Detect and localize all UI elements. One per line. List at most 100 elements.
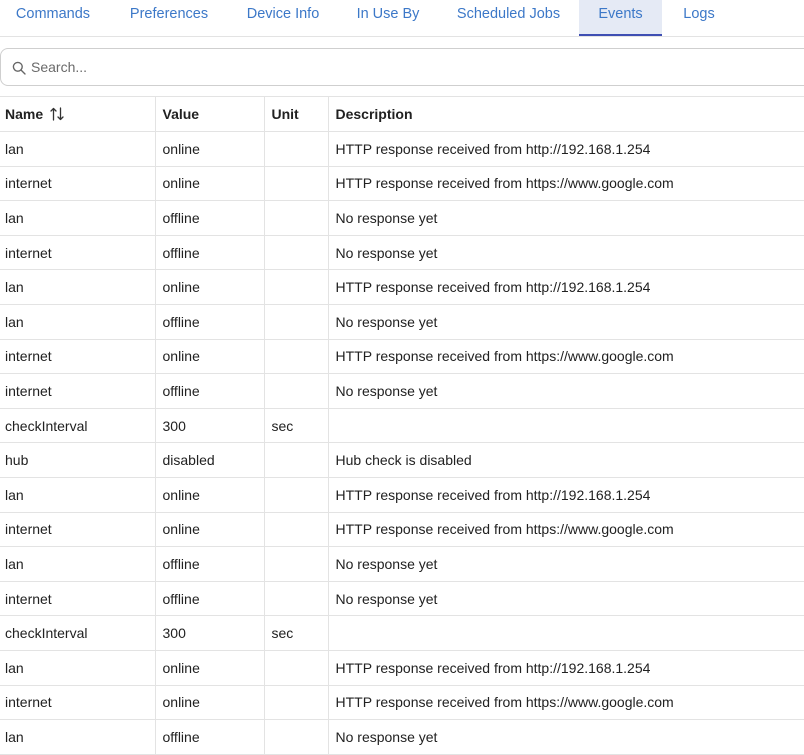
search-box[interactable] [0, 48, 804, 86]
column-header-value[interactable]: Value [155, 96, 265, 132]
cell-name: lan [0, 719, 156, 755]
cell-value: online [155, 269, 265, 305]
cell-name: lan [0, 546, 156, 582]
cell-name: hub [0, 442, 156, 478]
cell-description: No response yet [328, 546, 804, 582]
cell-name: lan [0, 200, 156, 236]
table-row[interactable]: checkInterval 300 sec [0, 615, 804, 651]
table-row[interactable]: lan offline No response yet [0, 719, 804, 755]
cell-description [328, 615, 804, 651]
cell-value: online [155, 650, 265, 686]
tab-logs[interactable]: Logs [672, 0, 726, 36]
table-row[interactable]: hub disabled Hub check is disabled [0, 442, 804, 478]
cell-description: No response yet [328, 235, 804, 271]
tab-device-info[interactable]: Device Info [238, 0, 328, 36]
table-row[interactable]: internet offline No response yet [0, 373, 804, 409]
cell-unit: sec [264, 408, 329, 444]
search-input[interactable] [31, 49, 791, 85]
cell-description: No response yet [328, 200, 804, 236]
cell-description: HTTP response received from https://www.… [328, 166, 804, 202]
table-row[interactable]: lan online HTTP response received from htt… [0, 131, 804, 167]
cell-unit [264, 339, 329, 375]
tab-preferences[interactable]: Preferences [118, 0, 220, 36]
column-header-label: Name [5, 106, 44, 122]
sort-arrows-icon[interactable] [49, 106, 65, 122]
cell-description: HTTP response received from https://www.… [328, 685, 804, 721]
cell-value: online [155, 131, 265, 167]
cell-value: offline [155, 235, 265, 271]
search-icon [12, 61, 26, 75]
cell-unit [264, 512, 329, 548]
cell-unit [264, 477, 329, 513]
cell-unit: sec [264, 615, 329, 651]
events-table: Name Value Unit Description lan online HTT… [0, 96, 804, 755]
cell-value: disabled [155, 442, 265, 478]
cell-description: No response yet [328, 304, 804, 340]
cell-description [328, 408, 804, 444]
table-row[interactable]: internet online HTTP response received fro… [0, 339, 804, 375]
cell-name: internet [0, 339, 156, 375]
cell-name: lan [0, 650, 156, 686]
cell-description: HTTP response received from http://192.1… [328, 477, 804, 513]
table-row[interactable]: internet offline No response yet [0, 581, 804, 617]
cell-name: internet [0, 166, 156, 202]
cell-value: online [155, 339, 265, 375]
table-row[interactable]: lan online HTTP response received from htt… [0, 650, 804, 686]
cell-unit [264, 269, 329, 305]
cell-name: lan [0, 269, 156, 305]
column-header-description[interactable]: Description [328, 96, 804, 132]
cell-description: HTTP response received from http://192.1… [328, 131, 804, 167]
cell-description: HTTP response received from http://192.1… [328, 650, 804, 686]
cell-name: lan [0, 477, 156, 513]
cell-value: offline [155, 581, 265, 617]
cell-description: No response yet [328, 373, 804, 409]
cell-description: No response yet [328, 581, 804, 617]
cell-name: internet [0, 235, 156, 271]
cell-description: Hub check is disabled [328, 442, 804, 478]
table-header-row: Name Value Unit Description [0, 96, 804, 132]
cell-name: internet [0, 685, 156, 721]
column-header-name[interactable]: Name [0, 96, 156, 132]
table-row[interactable]: internet offline No response yet [0, 235, 804, 271]
cell-name: lan [0, 304, 156, 340]
cell-name: internet [0, 581, 156, 617]
table-row[interactable]: checkInterval 300 sec [0, 408, 804, 444]
cell-name: checkInterval [0, 408, 156, 444]
table-row[interactable]: lan online HTTP response received from htt… [0, 477, 804, 513]
cell-name: internet [0, 512, 156, 548]
cell-unit [264, 442, 329, 478]
table-row[interactable]: lan offline No response yet [0, 304, 804, 340]
cell-value: online [155, 477, 265, 513]
cell-value: offline [155, 304, 265, 340]
tab-events[interactable]: Events [579, 0, 662, 36]
cell-unit [264, 304, 329, 340]
cell-name: internet [0, 373, 156, 409]
cell-value: offline [155, 546, 265, 582]
cell-value: offline [155, 373, 265, 409]
cell-unit [264, 546, 329, 582]
cell-value: offline [155, 200, 265, 236]
table-row[interactable]: internet online HTTP response received fro… [0, 685, 804, 721]
cell-unit [264, 373, 329, 409]
cell-unit [264, 200, 329, 236]
cell-description: HTTP response received from https://www.… [328, 339, 804, 375]
tab-scheduled-jobs[interactable]: Scheduled Jobs [448, 0, 569, 36]
cell-unit [264, 166, 329, 202]
cell-description: HTTP response received from https://www.… [328, 512, 804, 548]
cell-unit [264, 650, 329, 686]
table-row[interactable]: internet online HTTP response received fro… [0, 512, 804, 548]
cell-unit [264, 685, 329, 721]
cell-value: 300 [155, 408, 265, 444]
tab-bar: Commands Preferences Device Info In Use … [0, 0, 804, 37]
cell-name: lan [0, 131, 156, 167]
cell-value: online [155, 166, 265, 202]
table-row[interactable]: lan online HTTP response received from htt… [0, 269, 804, 305]
table-row[interactable]: internet online HTTP response received fro… [0, 166, 804, 202]
cell-description: HTTP response received from http://192.1… [328, 269, 804, 305]
table-row[interactable]: lan offline No response yet [0, 546, 804, 582]
tab-commands[interactable]: Commands [5, 0, 101, 36]
tab-in-use-by[interactable]: In Use By [350, 0, 426, 36]
column-header-unit[interactable]: Unit [264, 96, 329, 132]
table-row[interactable]: lan offline No response yet [0, 200, 804, 236]
cell-unit [264, 131, 329, 167]
